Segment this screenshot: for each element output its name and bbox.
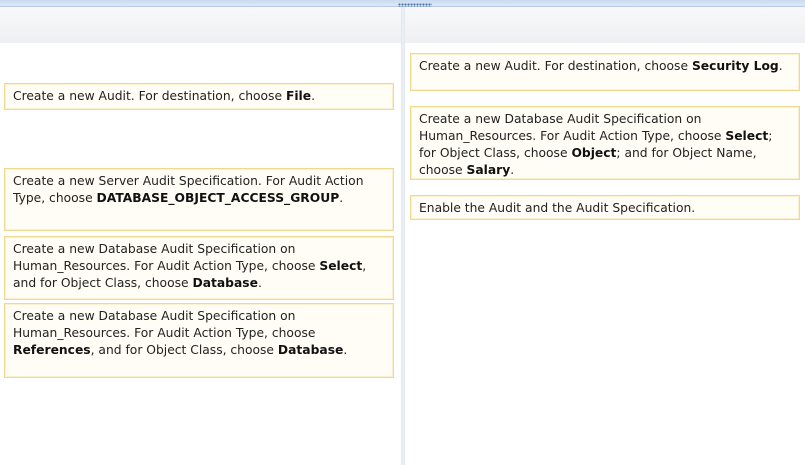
source-pane: Create a new Audit. For destination, cho… [0,7,401,465]
answer-enable-audit[interactable]: Enable the Audit and the Audit Specifica… [410,195,800,220]
answer-db-audit-spec-select-object-salary[interactable]: Create a new Database Audit Specificatio… [410,106,800,180]
option-create-audit-file[interactable]: Create a new Audit. For destination, cho… [4,83,394,110]
option-db-audit-spec-references-database[interactable]: Create a new Database Audit Specificatio… [4,303,394,378]
answer-pane: Create a new Audit. For destination, cho… [405,7,805,465]
option-server-audit-specification[interactable]: Create a new Server Audit Specification.… [4,168,394,231]
source-pane-header [0,7,401,43]
answer-create-audit-security-log[interactable]: Create a new Audit. For destination, cho… [410,53,800,91]
empty-answer-slot [4,115,396,167]
answer-pane-header [405,7,805,43]
option-db-audit-spec-select-database[interactable]: Create a new Database Audit Specificatio… [4,236,394,300]
